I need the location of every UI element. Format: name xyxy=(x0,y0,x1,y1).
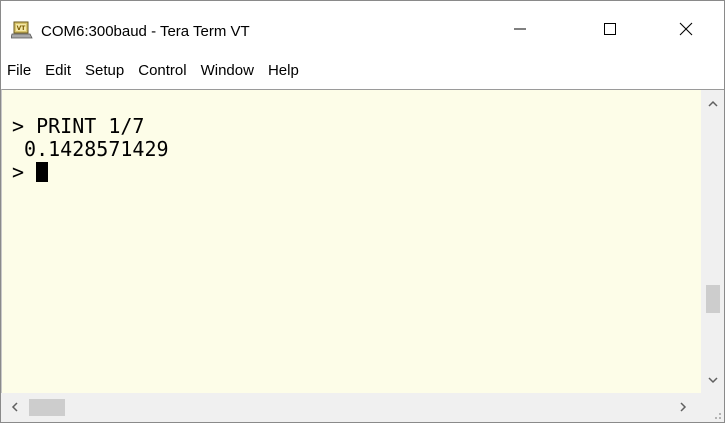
close-icon xyxy=(679,22,693,36)
tera-term-vt-icon[interactable]: VT xyxy=(10,21,33,39)
scroll-down-button[interactable] xyxy=(701,370,724,390)
chevron-up-icon xyxy=(707,100,718,107)
menu-control[interactable]: Control xyxy=(131,57,193,85)
chevron-down-icon xyxy=(707,377,718,384)
menu-edit[interactable]: Edit xyxy=(38,57,78,85)
minimize-button[interactable] xyxy=(497,9,543,49)
menu-help[interactable]: Help xyxy=(261,57,306,85)
terminal-line: 0.1428571429 xyxy=(12,137,169,161)
close-button[interactable] xyxy=(663,9,709,49)
svg-text:VT: VT xyxy=(17,25,27,32)
vertical-scrollbar[interactable] xyxy=(701,89,724,393)
maximize-button[interactable] xyxy=(587,9,633,49)
terminal-screen[interactable]: > PRINT 1/7 0.1428571429 > xyxy=(1,89,701,393)
chevron-left-icon xyxy=(11,402,18,412)
window-title: COM6:300baud - Tera Term VT xyxy=(41,23,250,40)
menu-bar: File Edit Setup Control Window Help xyxy=(1,57,724,85)
text-cursor xyxy=(36,162,49,182)
horizontal-scroll-thumb[interactable] xyxy=(29,399,65,416)
resize-grip-icon xyxy=(715,413,721,419)
menu-window[interactable]: Window xyxy=(194,57,261,85)
terminal-prompt: > xyxy=(12,160,37,184)
resize-grip[interactable] xyxy=(701,393,724,422)
terminal-prompt-line: > xyxy=(12,160,49,184)
terminal-line: > PRINT 1/7 xyxy=(12,114,145,138)
scroll-up-button[interactable] xyxy=(701,94,724,114)
maximize-icon xyxy=(604,23,616,35)
scroll-right-button[interactable] xyxy=(673,397,693,417)
horizontal-scrollbar[interactable] xyxy=(1,393,701,422)
scroll-left-button[interactable] xyxy=(5,397,25,417)
title-bar[interactable]: VT COM6:300baud - Tera Term VT xyxy=(1,1,724,57)
menu-setup[interactable]: Setup xyxy=(78,57,131,85)
menu-file[interactable]: File xyxy=(1,57,38,85)
chevron-right-icon xyxy=(680,402,687,412)
vertical-scroll-thumb[interactable] xyxy=(706,285,720,313)
tera-term-window: VT COM6:300baud - Tera Term VT File Edit… xyxy=(0,0,725,423)
minimize-icon xyxy=(514,28,526,30)
